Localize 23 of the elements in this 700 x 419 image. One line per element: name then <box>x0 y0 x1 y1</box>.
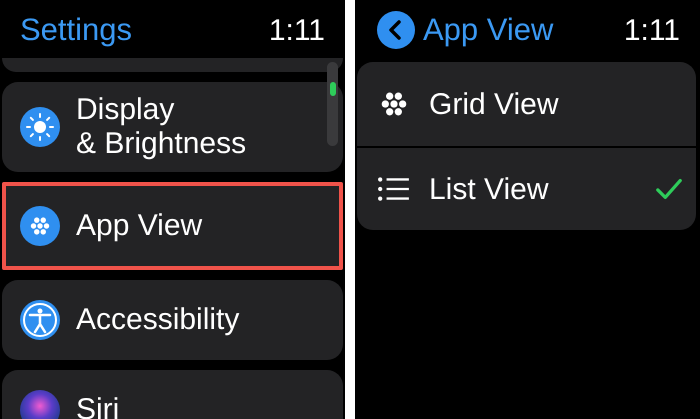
sun-icon <box>20 107 60 147</box>
scroll-indicator <box>330 82 336 96</box>
option-label: List View <box>429 172 550 208</box>
settings-row[interactable]: Siri <box>2 370 343 419</box>
option-row[interactable]: List View <box>357 146 696 230</box>
row-label: Display & Brightness <box>76 92 246 162</box>
siri-orb-icon <box>20 390 60 419</box>
row-label: Siri <box>76 392 120 419</box>
clock-time: 1:11 <box>624 12 680 48</box>
list-icon <box>377 176 411 202</box>
back-icon[interactable] <box>377 11 415 49</box>
clock-time: 1:11 <box>268 12 325 48</box>
settings-row[interactable]: Accessibility <box>2 280 343 360</box>
accessibility-icon <box>20 300 60 340</box>
option-label: Grid View <box>429 86 560 122</box>
row-label: App View <box>76 208 202 244</box>
row-label: Accessibility <box>76 302 240 338</box>
dots-cluster-icon <box>20 206 60 246</box>
screen-title: App View <box>423 10 554 49</box>
settings-row[interactable]: Display & Brightness <box>2 82 343 172</box>
screen-title: Settings <box>20 10 132 49</box>
settings-row[interactable]: App View <box>2 182 343 270</box>
option-row[interactable]: Grid View <box>357 62 696 146</box>
